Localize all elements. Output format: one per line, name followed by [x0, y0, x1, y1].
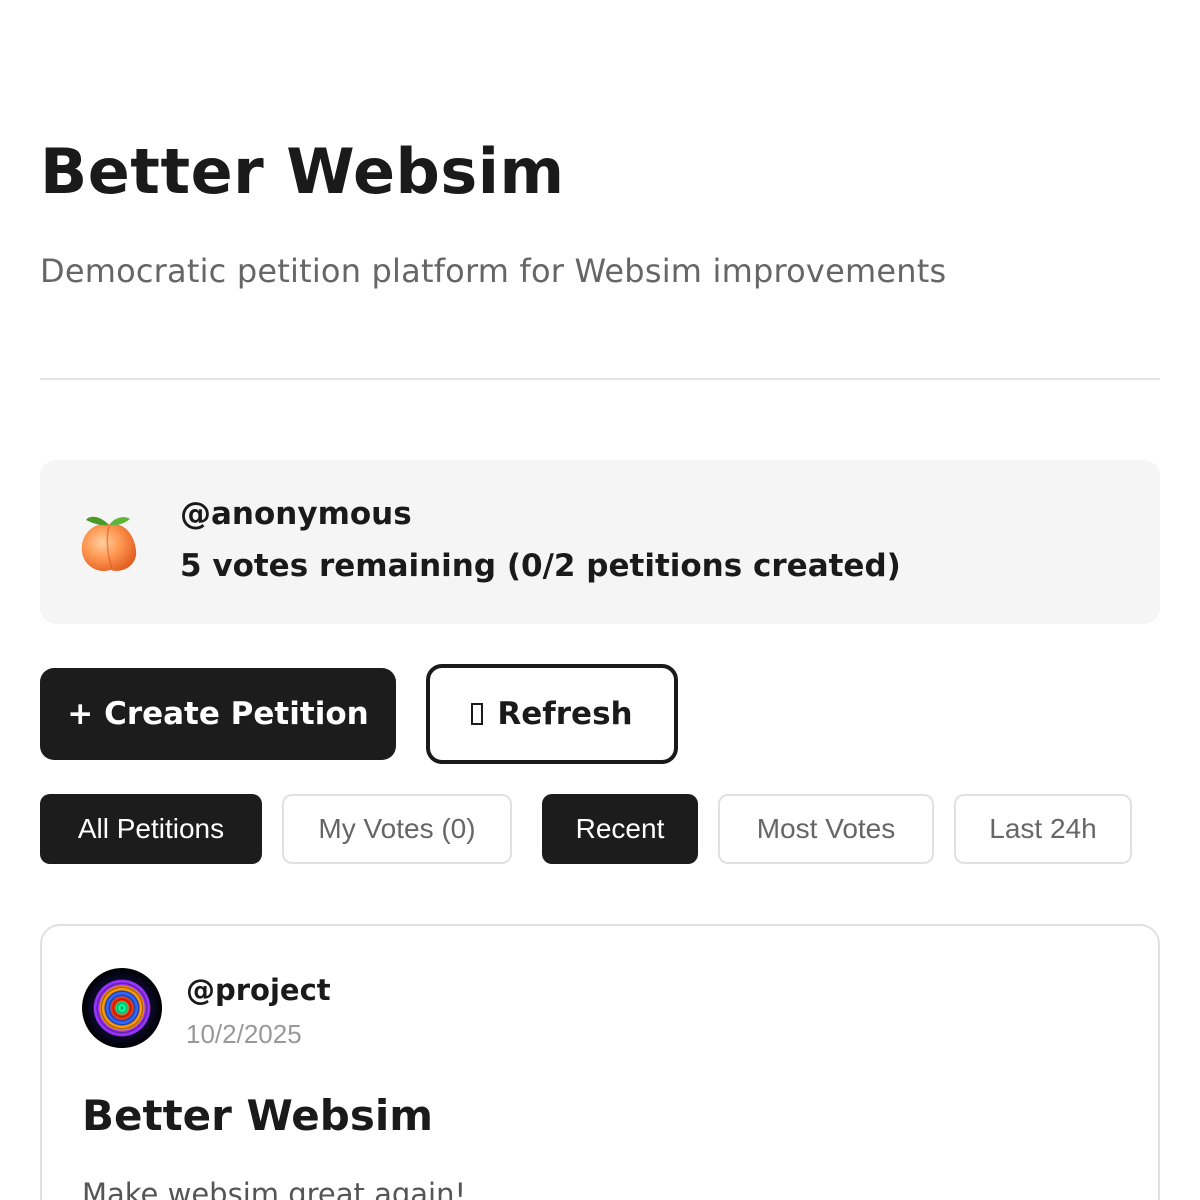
sort-last-24h[interactable]: Last 24h	[954, 794, 1132, 864]
sort-most-votes[interactable]: Most Votes	[718, 794, 934, 864]
petition-date: 10/2/2025	[186, 1019, 302, 1049]
filter-my-votes[interactable]: My Votes (0)	[282, 794, 512, 864]
refresh-label: Refresh	[497, 696, 633, 732]
sort-recent[interactable]: Recent	[542, 794, 698, 864]
petition-author[interactable]: @project	[186, 970, 331, 1010]
petition-title: Better Websim	[82, 1091, 434, 1140]
page-title: Better Websim	[40, 135, 565, 208]
petition-description: Make websim great again!	[82, 1177, 467, 1200]
votes-remaining-status: 5 votes remaining (0/2 petitions created…	[180, 548, 901, 584]
header-divider	[40, 378, 1160, 380]
missing-glyph-icon	[471, 703, 484, 725]
author-avatar[interactable]	[82, 968, 162, 1048]
refresh-button[interactable]: Refresh	[426, 664, 678, 764]
page-subtitle: Democratic petition platform for Websim …	[40, 252, 947, 290]
peach-emoji-icon	[81, 516, 137, 572]
user-info-card: @anonymous 5 votes remaining (0/2 petiti…	[40, 460, 1160, 624]
current-username: @anonymous	[180, 496, 412, 532]
filter-all-petitions[interactable]: All Petitions	[40, 794, 262, 864]
petition-card[interactable]: @project 10/2/2025 Better Websim Make we…	[40, 924, 1160, 1200]
create-petition-button[interactable]: + Create Petition	[40, 668, 396, 760]
